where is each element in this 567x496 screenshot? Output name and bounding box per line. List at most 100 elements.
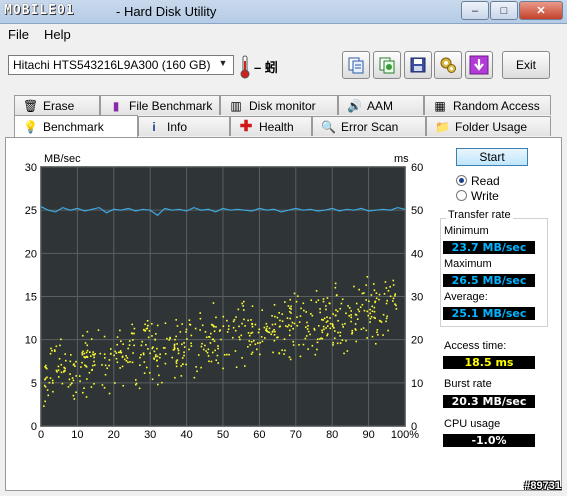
access-time-point [206,351,209,354]
access-time-point [51,379,54,382]
access-time-point [215,359,218,362]
access-time-point [156,359,158,362]
access-time-point [215,326,217,328]
access-time-point [316,341,319,344]
access-time-point [164,352,167,355]
access-time-point [386,299,388,302]
access-time-point [369,308,371,311]
access-time-point [159,353,161,356]
access-time-point [253,339,255,342]
access-time-point [387,289,390,292]
access-time-point [323,328,325,331]
access-time-point [121,356,124,358]
access-time-point [274,323,277,325]
x-tick-label: 10 [71,429,83,441]
access-time-point [210,332,212,335]
access-time-point [82,391,84,394]
access-time-point [155,333,157,335]
access-time-point [104,357,106,359]
access-time-point [175,335,177,338]
access-time-point [265,328,268,330]
access-time-point [189,324,192,326]
burst-rate-value: 20.3 MB/sec [443,395,535,408]
access-time-point [337,319,339,322]
access-time-point [304,337,307,340]
access-time-point [177,352,180,355]
access-time-point [251,305,254,307]
access-time-point [213,325,215,328]
access-time-point [369,312,371,315]
access-time-point [273,328,275,331]
access-time-point [355,314,358,316]
access-time-point [363,309,366,312]
access-time-point [121,365,124,368]
access-time-point [380,321,383,323]
access-time-point [387,329,389,332]
access-time-point [288,324,290,326]
access-time-point [92,351,95,353]
maximum-value: 26.5 MB/sec [443,274,535,287]
access-time-point [350,310,352,312]
access-time-point [235,316,237,318]
access-time-point [199,312,202,314]
access-time-point [97,329,100,331]
access-time-point [158,356,161,359]
access-time-point [123,358,126,361]
access-time-point [69,360,72,363]
access-time-point [289,317,292,320]
access-time-point [75,391,77,394]
access-time-point [119,329,121,332]
access-time-point [377,334,379,336]
access-time-point [273,339,276,342]
access-time-point [385,287,388,289]
y-tick-label-left: 0 [31,421,37,433]
access-time-point [233,318,236,321]
start-button[interactable]: Start [456,148,528,166]
access-time-point [299,355,302,358]
access-time-point [108,392,111,395]
access-time-point [158,374,160,377]
access-time-point [341,298,344,301]
access-time-point [99,352,102,355]
access-time-point [302,302,305,305]
access-time-point [251,323,253,326]
access-time-point [340,302,343,305]
access-time-point [332,313,334,315]
y-tick-label-left: 5 [31,378,37,390]
access-time-point [394,303,396,305]
access-time-point [328,302,331,305]
access-time-point [254,343,257,346]
access-time-point [47,394,50,397]
access-time-point [183,354,185,357]
access-time-point [306,328,309,330]
access-time-point [139,356,141,359]
access-time-point [351,329,354,332]
access-time-point [69,373,71,375]
access-time-point [213,340,216,342]
read-radio[interactable] [456,175,467,186]
write-radio[interactable] [456,190,467,201]
access-time-point [251,351,254,354]
access-time-point [60,338,62,341]
transfer-rate-title: Transfer rate [446,209,513,221]
access-time-point [241,357,243,359]
access-time-point [325,321,328,323]
access-time-point [382,334,384,336]
access-time-point [250,319,252,321]
tab-benchmark-label: Benchmark [43,119,104,134]
access-time-point [86,330,89,333]
access-time-point [315,301,318,304]
access-time-point [276,336,278,339]
access-time-point [72,394,75,397]
access-time-point [334,286,337,289]
tab-benchmark[interactable]: 💡 Benchmark [14,115,138,137]
access-time-point [288,334,291,337]
access-time-point [341,323,344,326]
access-time-point [133,344,135,347]
access-time-point [93,356,95,359]
access-time-point [317,299,320,302]
access-time-point [260,336,263,338]
access-time-point [201,324,204,327]
access-time-value: 18.5 ms [443,356,535,369]
access-time-point [385,302,388,305]
